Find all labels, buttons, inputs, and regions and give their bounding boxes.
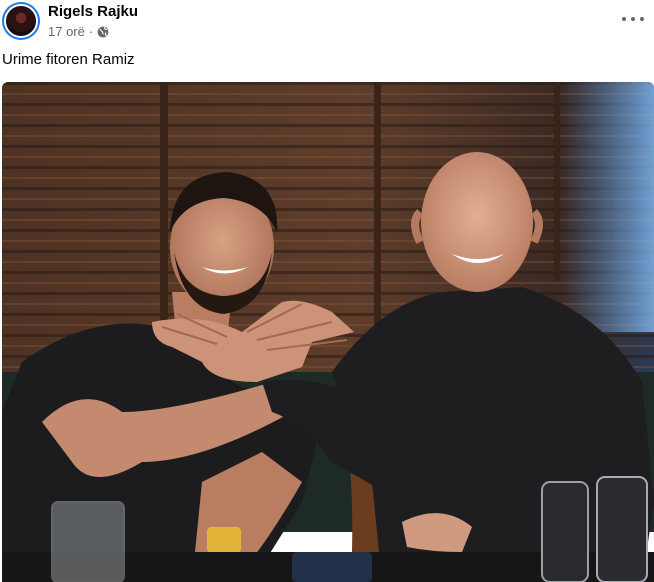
more-dot: [640, 17, 644, 21]
watch: [207, 527, 241, 553]
photo-illustration: [2, 82, 654, 582]
more-options-button[interactable]: [622, 8, 644, 30]
meta-separator: ·: [88, 24, 94, 39]
blind-cord: [554, 82, 560, 282]
post-time[interactable]: 17 orë: [48, 24, 85, 39]
post-card: Rigels Rajku 17 orë · Urime fitoren Rami…: [0, 0, 654, 582]
glass-left: [51, 501, 125, 582]
globe-icon[interactable]: [97, 26, 109, 38]
avatar-image: [4, 4, 38, 38]
window-glow: [562, 82, 654, 332]
more-dot: [631, 17, 635, 21]
post-meta: 17 orë ·: [48, 24, 109, 39]
post-photo[interactable]: [2, 82, 654, 582]
author-avatar[interactable]: [2, 2, 40, 40]
phone: [292, 552, 372, 582]
bottle-1: [541, 481, 589, 582]
author-name[interactable]: Rigels Rajku: [48, 3, 138, 20]
person-right-face: [421, 152, 533, 292]
blind-cord: [374, 82, 381, 362]
more-dot: [622, 17, 626, 21]
post-caption: Urime fitoren Ramiz: [2, 51, 135, 68]
bottle-2: [596, 476, 648, 582]
